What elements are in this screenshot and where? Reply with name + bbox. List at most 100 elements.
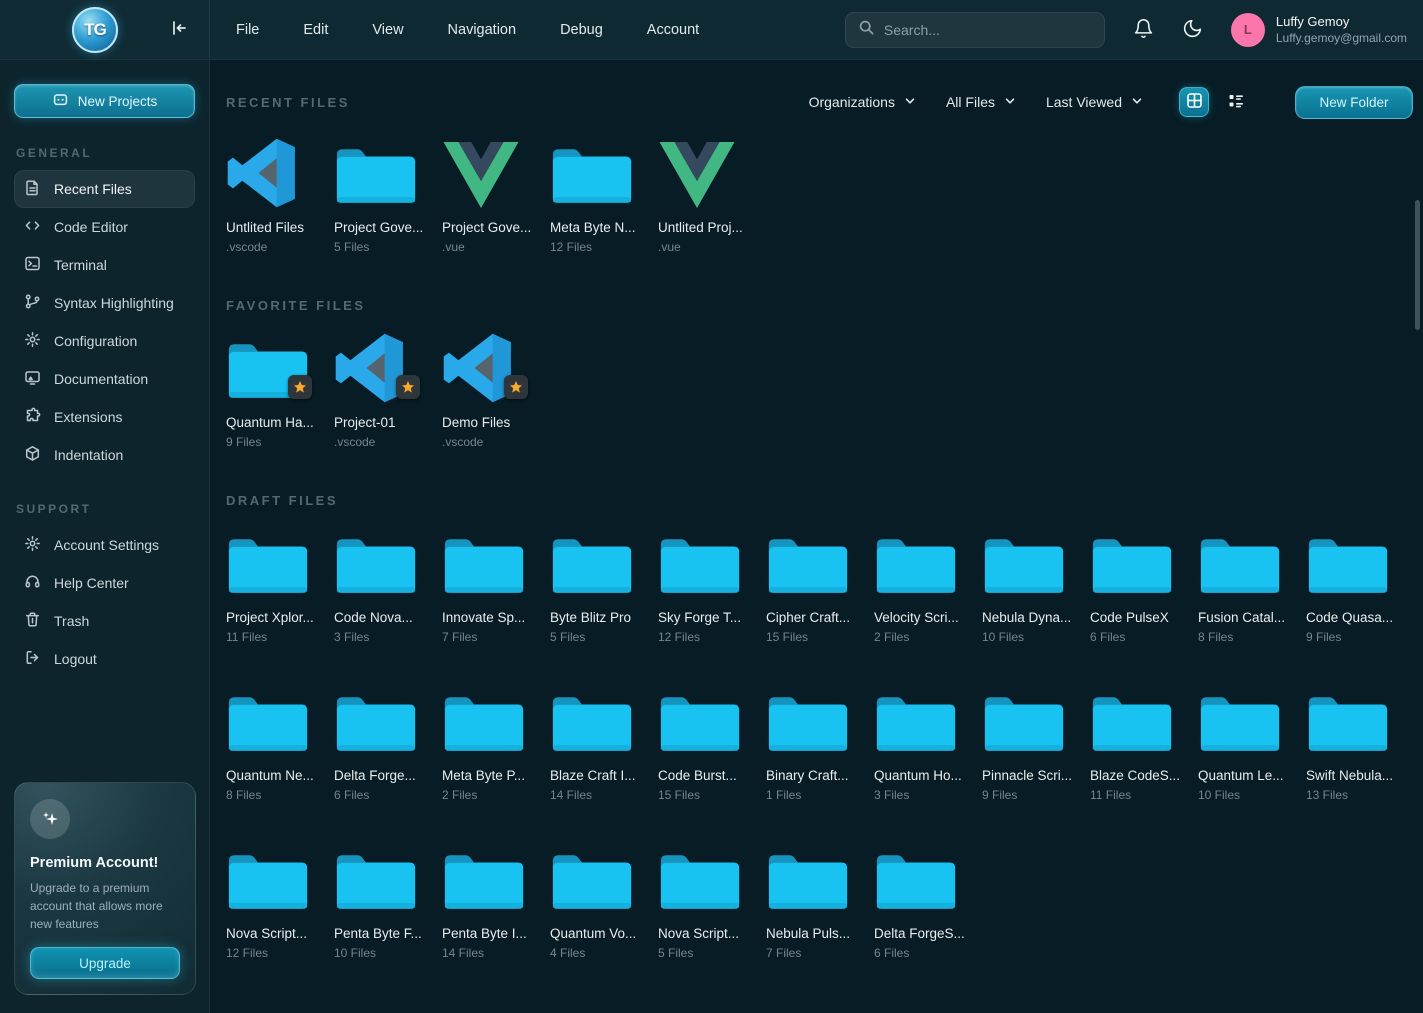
menu-item-file[interactable]: File [236, 22, 259, 38]
file-card[interactable]: Untlited Proj....vue [658, 138, 758, 254]
file-card[interactable]: Fusion Catal...8 Files [1198, 528, 1298, 644]
file-card[interactable]: Quantum Ha...9 Files [226, 333, 326, 449]
sidebar-item-logout[interactable]: Logout [14, 640, 195, 678]
sidebar-item-trash[interactable]: Trash [14, 602, 195, 640]
sidebar-item-label: Logout [54, 651, 97, 667]
chevron-down-icon [1004, 94, 1016, 110]
file-card[interactable]: Project Gove....vue [442, 138, 542, 254]
file-card[interactable]: Quantum Ho...3 Files [874, 686, 974, 802]
file-card[interactable]: Nova Script...5 Files [658, 844, 758, 960]
file-card[interactable]: Code Quasa...9 Files [1306, 528, 1406, 644]
file-name: Code Quasa... [1306, 610, 1406, 625]
sidebar-collapse-button[interactable] [169, 18, 189, 41]
upgrade-button[interactable]: Upgrade [30, 947, 180, 979]
theme-toggle-button[interactable] [1182, 18, 1203, 42]
chevron-down-icon [1131, 94, 1143, 110]
search-input[interactable] [884, 22, 1092, 38]
file-card[interactable]: Project Gove...5 Files [334, 138, 434, 254]
file-meta: 5 Files [658, 946, 758, 960]
file-card[interactable]: Code Nova...3 Files [334, 528, 434, 644]
menu-item-debug[interactable]: Debug [560, 22, 603, 38]
file-card[interactable]: Code Burst...15 Files [658, 686, 758, 802]
file-card[interactable]: Byte Blitz Pro5 Files [550, 528, 650, 644]
file-card[interactable]: Delta Forge...6 Files [334, 686, 434, 802]
sidebar-item-label: Indentation [54, 447, 123, 463]
user-menu[interactable]: L Luffy Gemoy Luffy.gemoy@gmail.com [1231, 13, 1407, 47]
file-card[interactable]: Cipher Craft...15 Files [766, 528, 866, 644]
branch-icon [24, 293, 41, 313]
sidebar-item-syntax-highlighting[interactable]: Syntax Highlighting [14, 284, 195, 322]
sidebar-item-extensions[interactable]: Extensions [14, 398, 195, 436]
section-title-favorite-files: FAVORITE FILES [226, 298, 1413, 313]
notifications-button[interactable] [1133, 18, 1154, 42]
file-card[interactable]: Nebula Dyna...10 Files [982, 528, 1082, 644]
menu-item-navigation[interactable]: Navigation [448, 22, 517, 38]
sidebar-item-terminal[interactable]: Terminal [14, 246, 195, 284]
sidebar-item-label: Code Editor [54, 219, 128, 235]
filter-dropdown-last-viewed[interactable]: Last Viewed [1046, 94, 1143, 110]
file-card[interactable]: Blaze Craft I...14 Files [550, 686, 650, 802]
sidebar-item-recent-files[interactable]: Recent Files [14, 170, 195, 208]
folder-icon [982, 686, 1082, 756]
dropdown-label: All Files [946, 94, 995, 110]
folder-icon [550, 528, 650, 598]
file-card[interactable]: Penta Byte I...14 Files [442, 844, 542, 960]
file-card[interactable]: Nebula Puls...7 Files [766, 844, 866, 960]
vue-icon [442, 138, 542, 208]
scrollbar-thumb[interactable] [1415, 200, 1420, 330]
search-box[interactable] [845, 12, 1105, 48]
section-title-draft-files: DRAFT FILES [226, 493, 1413, 508]
file-meta: 8 Files [1198, 630, 1298, 644]
menu-item-account[interactable]: Account [647, 22, 699, 38]
sidebar-item-configuration[interactable]: Configuration [14, 322, 195, 360]
folder-icon [226, 844, 326, 914]
file-card[interactable]: Meta Byte N...12 Files [550, 138, 650, 254]
file-name: Project Gove... [442, 220, 542, 235]
file-card[interactable]: Pinnacle Scri...9 Files [982, 686, 1082, 802]
favorite-star-badge [504, 375, 528, 399]
new-projects-button[interactable]: New Projects [14, 84, 195, 118]
menu-item-view[interactable]: View [372, 22, 403, 38]
file-card[interactable]: Innovate Sp...7 Files [442, 528, 542, 644]
file-card[interactable]: Nova Script...12 Files [226, 844, 326, 960]
file-card[interactable]: Penta Byte F...10 Files [334, 844, 434, 960]
file-card[interactable]: Meta Byte P...2 Files [442, 686, 542, 802]
file-card[interactable]: Swift Nebula...13 Files [1306, 686, 1406, 802]
file-card[interactable]: Velocity Scri...2 Files [874, 528, 974, 644]
sidebar-item-help-center[interactable]: Help Center [14, 564, 195, 602]
file-card[interactable]: Code PulseX6 Files [1090, 528, 1190, 644]
new-folder-button[interactable]: New Folder [1295, 86, 1413, 119]
sidebar-item-account-settings[interactable]: Account Settings [14, 526, 195, 564]
file-card[interactable]: Sky Forge T...12 Files [658, 528, 758, 644]
file-card[interactable]: Project Xplor...11 Files [226, 528, 326, 644]
sidebar-item-label: Documentation [54, 371, 148, 387]
sidebar-item-indentation[interactable]: Indentation [14, 436, 195, 474]
file-name: Meta Byte P... [442, 768, 542, 783]
folder-icon [226, 528, 326, 598]
folder-icon [442, 528, 542, 598]
file-card[interactable]: Quantum Le...10 Files [1198, 686, 1298, 802]
file-card[interactable]: Untlited Files.vscode [226, 138, 326, 254]
sidebar-item-label: Trash [54, 613, 89, 629]
sidebar-item-documentation[interactable]: Documentation [14, 360, 195, 398]
file-card[interactable]: Quantum Ne...8 Files [226, 686, 326, 802]
file-card[interactable]: Blaze CodeS...11 Files [1090, 686, 1190, 802]
folder-icon [334, 528, 434, 598]
file-name: Code PulseX [1090, 610, 1190, 625]
sidebar-item-code-editor[interactable]: Code Editor [14, 208, 195, 246]
menu-item-edit[interactable]: Edit [303, 22, 328, 38]
file-card[interactable]: Delta ForgeS...6 Files [874, 844, 974, 960]
file-name: Quantum Le... [1198, 768, 1298, 783]
logout-icon [24, 649, 41, 669]
file-name: Delta ForgeS... [874, 926, 974, 941]
list-view-button[interactable] [1221, 87, 1251, 117]
file-card[interactable]: Quantum Vo...4 Files [550, 844, 650, 960]
file-card[interactable]: Project-01.vscode [334, 333, 434, 449]
file-meta: 3 Files [334, 630, 434, 644]
file-card[interactable]: Binary Craft...1 Files [766, 686, 866, 802]
filter-dropdown-all-files[interactable]: All Files [946, 94, 1016, 110]
filter-dropdown-organizations[interactable]: Organizations [809, 94, 916, 110]
sidebar-item-label: Help Center [54, 575, 129, 591]
grid-view-button[interactable] [1179, 87, 1209, 117]
file-card[interactable]: Demo Files.vscode [442, 333, 542, 449]
